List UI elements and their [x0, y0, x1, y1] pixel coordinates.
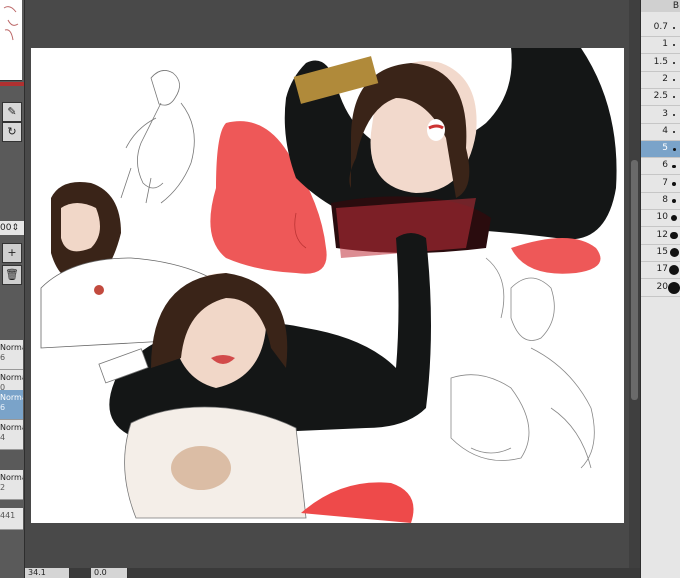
brush-size-dot-icon	[673, 78, 675, 81]
brush-size-option[interactable]: 20	[641, 280, 680, 297]
figure-upper-right	[284, 48, 617, 274]
sketch-figure-right	[450, 257, 595, 469]
brush-size-label: 4	[662, 125, 668, 136]
brush-size-label: 3	[662, 108, 668, 119]
brush-size-label: 2	[662, 73, 668, 84]
brush-size-dot-icon	[672, 130, 676, 133]
brush-size-label: 10	[656, 212, 668, 223]
brush-size-label: 12	[656, 229, 668, 240]
brush-size-option[interactable]: 0.7	[641, 20, 680, 37]
opacity-field[interactable]: 00⇕	[0, 221, 24, 235]
brush-size-dot-icon	[673, 96, 675, 99]
brush-size-option[interactable]: 1	[641, 37, 680, 55]
layer-count: 441	[0, 511, 16, 520]
brush-size-option[interactable]: 12	[641, 228, 680, 245]
layer-mode: Normal	[0, 473, 23, 482]
brush-size-label: 7	[662, 177, 668, 188]
brush-size-dot-icon	[671, 215, 677, 222]
brush-size-option[interactable]: 5	[641, 141, 680, 159]
layer-mode: Normal	[0, 393, 23, 402]
pen-tool-icon[interactable]: ✎	[2, 102, 22, 122]
brush-size-option[interactable]: 1.5	[641, 55, 680, 72]
brush-size-label: 17	[656, 264, 668, 275]
brush-size-label: 6	[662, 160, 668, 171]
brush-size-label: 0.7	[653, 22, 668, 32]
brush-size-label: 1	[662, 39, 668, 50]
brush-size-dot-icon	[672, 147, 676, 151]
layer-mode: Normal	[0, 423, 23, 432]
brush-size-dot-icon	[668, 265, 680, 276]
brush-size-label: 15	[656, 246, 668, 257]
brush-size-option[interactable]: 6	[641, 158, 680, 176]
brush-size-label: 5	[662, 143, 668, 154]
layer-row[interactable]: Normal 2	[0, 470, 23, 500]
brush-size-dot-icon	[673, 27, 675, 29]
opacity-value: 00	[0, 223, 12, 233]
angle-field[interactable]: 0.0	[91, 568, 128, 578]
layer-opacity: 6	[0, 403, 6, 412]
drawing-canvas[interactable]	[31, 48, 624, 523]
brush-size-dot-icon	[673, 61, 675, 64]
zoom-field[interactable]: 34.1	[25, 568, 70, 578]
left-tool-panel: ✎ ↻ 00⇕ + 🗑 Normal 6 Normal 0 Normal 6 N…	[0, 0, 25, 578]
layer-opacity: 4	[0, 433, 6, 442]
brush-size-panel: B 0.7 1 1.5 2 2.5 3 4 5 6 7 8 10 12 15 17 20	[640, 0, 680, 578]
brush-size-option[interactable]: 3	[641, 107, 680, 124]
brush-size-dot-icon	[672, 164, 676, 169]
brush-size-label: 20	[656, 281, 668, 292]
brush-size-dot-icon	[670, 231, 678, 240]
rotate-icon[interactable]: ↻	[2, 122, 22, 142]
brush-size-dot-icon	[671, 198, 677, 204]
artwork	[40, 48, 617, 523]
brush-panel-header: B	[641, 0, 680, 12]
layer-opacity: 6	[0, 353, 6, 362]
brush-size-dot-icon	[673, 44, 675, 47]
brush-size-dot-icon	[668, 281, 680, 294]
brush-size-option[interactable]: 2	[641, 72, 680, 89]
brush-size-label: 1.5	[653, 56, 668, 67]
trash-icon[interactable]: 🗑	[2, 265, 22, 285]
brush-size-label: 2.5	[653, 91, 668, 102]
layer-add-icon[interactable]: +	[2, 243, 22, 263]
brush-size-dot-icon	[671, 181, 677, 186]
brush-size-dot-icon	[669, 248, 679, 258]
brush-size-option[interactable]: 8	[641, 193, 680, 210]
brush-size-label: 8	[662, 195, 668, 205]
brush-size-option[interactable]: 17	[641, 262, 680, 280]
brush-size-dot-icon	[673, 113, 675, 116]
brush-size-option[interactable]: 10	[641, 210, 680, 228]
brush-size-option[interactable]: 15	[641, 245, 680, 262]
sketch-figure-top	[120, 70, 195, 204]
layer-row[interactable]: 441	[0, 508, 23, 530]
layer-row[interactable]: Normal 6	[0, 340, 23, 370]
navigator-thumbnail[interactable]	[0, 0, 22, 81]
brush-size-option[interactable]: 2.5	[641, 89, 680, 107]
layer-row-selected[interactable]: Normal 6	[0, 390, 23, 420]
brush-size-option[interactable]: 7	[641, 176, 680, 193]
layer-row[interactable]: Normal 4	[0, 420, 23, 450]
vertical-scroll-thumb[interactable]	[631, 160, 638, 400]
color-strip	[0, 82, 24, 86]
layer-opacity: 2	[0, 483, 6, 492]
brush-size-option[interactable]: 4	[641, 124, 680, 141]
layer-mode: Normal	[0, 373, 23, 382]
layer-mode: Normal	[0, 343, 23, 352]
spin-arrows-icon: ⇕	[11, 223, 19, 233]
